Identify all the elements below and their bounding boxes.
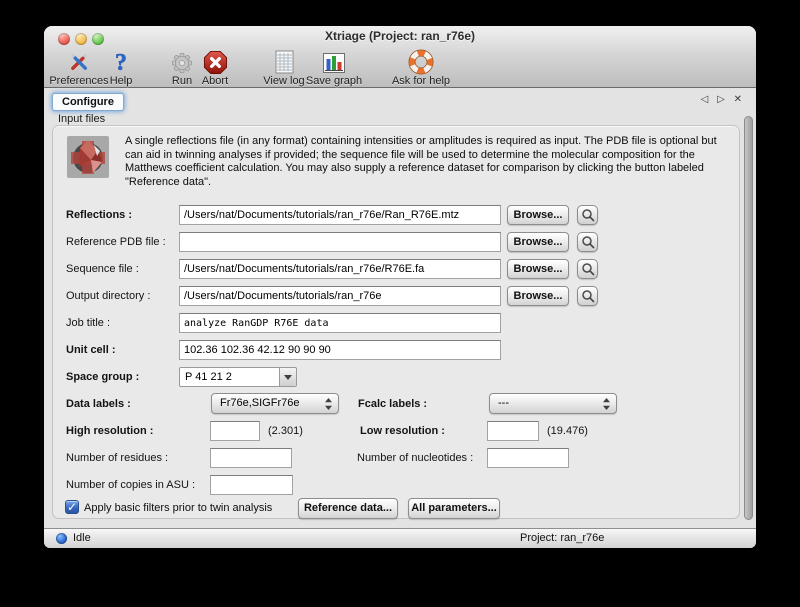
num-nucleotides-input[interactable] [487, 448, 569, 468]
low-resolution-hint: (19.476) [547, 425, 588, 437]
status-bar: Idle Project: ran_r76e [44, 528, 756, 548]
reference-pdb-label: Reference PDB file : [66, 236, 166, 248]
tab-next-icon[interactable]: ▷ [717, 94, 725, 105]
status-project: Project: ran_r76e [520, 532, 604, 544]
apply-filters-checkbox-label: Apply basic filters prior to twin analys… [84, 502, 272, 514]
sequence-file-magnifier-button[interactable] [577, 259, 598, 279]
unit-cell-input[interactable] [179, 340, 501, 360]
section-label-input-files: Input files [58, 113, 105, 125]
content-area: Configure ◁ ▷ ✕ Input files [44, 88, 756, 528]
output-directory-input[interactable] [179, 286, 501, 306]
low-resolution-input[interactable] [487, 421, 539, 441]
chevron-down-icon [284, 375, 292, 380]
toolbar-button-help[interactable]: ? Help [104, 49, 138, 87]
magnifier-icon [581, 262, 595, 276]
job-title-label: Job title : [66, 317, 110, 329]
output-directory-magnifier-button[interactable] [577, 286, 598, 306]
reference-data-button[interactable]: Reference data... [298, 498, 398, 519]
reference-pdb-browse-button[interactable]: Browse... [507, 232, 569, 252]
status-state: Idle [73, 532, 91, 544]
unit-cell-label: Unit cell : [66, 344, 116, 356]
num-nucleotides-label: Number of nucleotides : [357, 452, 473, 464]
checkmark-icon: ✓ [67, 500, 77, 514]
num-residues-input[interactable] [210, 448, 292, 468]
magnifier-icon [581, 235, 595, 249]
apply-filters-checkbox[interactable]: ✓ [65, 500, 79, 514]
space-group-combobox[interactable]: P 41 21 2 [179, 367, 297, 387]
reflections-magnifier-button[interactable] [577, 205, 598, 225]
window-title: Xtriage (Project: ran_r76e) [44, 29, 756, 43]
reflections-label: Reflections : [66, 209, 132, 221]
space-group-value: P 41 21 2 [185, 371, 232, 383]
stop-x-icon [195, 49, 235, 75]
fcalc-labels-popup[interactable]: --- [489, 393, 617, 414]
job-title-input[interactable] [179, 313, 501, 333]
toolbar-button-preferences[interactable]: Preferences [46, 49, 112, 87]
sequence-file-label: Sequence file : [66, 263, 139, 275]
lifebuoy-icon [383, 49, 459, 75]
high-resolution-label: High resolution : [66, 425, 153, 437]
output-directory-browse-button[interactable]: Browse... [507, 286, 569, 306]
magnifier-icon [581, 289, 595, 303]
tab-prev-icon[interactable]: ◁ [701, 94, 709, 105]
combo-dropdown-button[interactable] [279, 368, 296, 386]
low-resolution-label: Low resolution : [360, 425, 445, 437]
toolbar-button-abort[interactable]: Abort [195, 49, 235, 87]
num-copies-asu-input[interactable] [210, 475, 293, 495]
reflections-input[interactable] [179, 205, 501, 225]
status-indicator-icon [56, 533, 67, 544]
description-text: A single reflections file (in any format… [125, 135, 729, 189]
data-labels-label: Data labels : [66, 398, 131, 410]
output-directory-label: Output directory : [66, 290, 150, 302]
bar-chart-icon [301, 49, 367, 75]
space-group-label: Space group : [66, 371, 139, 383]
tab-configure[interactable]: Configure [52, 93, 124, 111]
input-files-groupbox: A single reflections file (in any format… [52, 125, 740, 519]
data-labels-value: Fr76e,SIGFr76e [220, 397, 299, 409]
xtriage-crystal-icon [67, 136, 109, 178]
reference-pdb-input[interactable] [179, 232, 501, 252]
data-labels-popup[interactable]: Fr76e,SIGFr76e [211, 393, 339, 414]
vertical-scrollbar[interactable] [744, 90, 753, 524]
tab-close-icon[interactable]: ✕ [734, 94, 742, 105]
scrollbar-thumb[interactable] [744, 116, 753, 520]
updown-arrows-icon [602, 397, 611, 411]
window-chrome: Xtriage (Project: ran_r76e) Preferences … [44, 26, 756, 88]
app-window: Xtriage (Project: ran_r76e) Preferences … [44, 26, 756, 548]
num-copies-asu-label: Number of copies in ASU : [66, 479, 195, 491]
all-parameters-button[interactable]: All parameters... [408, 498, 500, 519]
sequence-file-browse-button[interactable]: Browse... [507, 259, 569, 279]
tools-icon [46, 49, 112, 75]
num-residues-label: Number of residues : [66, 452, 168, 464]
svg-text:?: ? [115, 50, 127, 75]
high-resolution-hint: (2.301) [268, 425, 303, 437]
screenshot-background: Xtriage (Project: ran_r76e) Preferences … [0, 0, 800, 607]
reference-pdb-magnifier-button[interactable] [577, 232, 598, 252]
reflections-browse-button[interactable]: Browse... [507, 205, 569, 225]
magnifier-icon [581, 208, 595, 222]
tab-navigation: ◁ ▷ ✕ [695, 94, 742, 105]
toolbar-button-ask-for-help[interactable]: Ask for help [383, 49, 459, 87]
high-resolution-input[interactable] [210, 421, 260, 441]
sequence-file-input[interactable] [179, 259, 501, 279]
toolbar-button-save-graph[interactable]: Save graph [301, 49, 367, 87]
fcalc-labels-value: --- [498, 397, 509, 409]
updown-arrows-icon [324, 397, 333, 411]
fcalc-labels-label: Fcalc labels : [358, 398, 427, 410]
question-mark-icon: ? [104, 49, 138, 75]
